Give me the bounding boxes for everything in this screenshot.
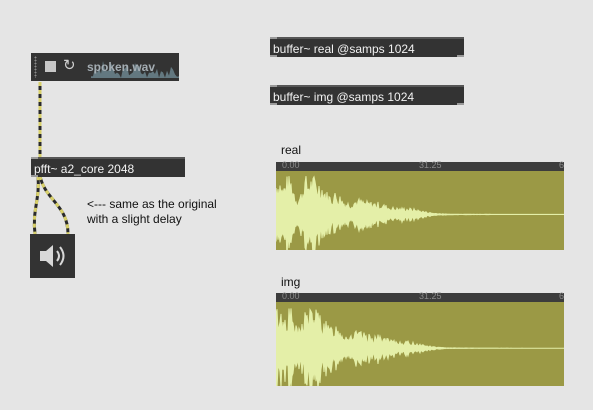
ruler-mid-label: 31.25 xyxy=(419,291,442,301)
time-ruler: 0.00 31.25 6 xyxy=(276,291,564,302)
buffer-real-object[interactable]: buffer~ real @samps 1024 xyxy=(270,37,464,57)
inlet[interactable] xyxy=(31,157,38,159)
outlet[interactable] xyxy=(457,103,464,105)
pfft-object-text: pfft~ a2_core 2048 xyxy=(34,162,135,176)
buffer-real-text: buffer~ real @samps 1024 xyxy=(273,42,415,56)
player-filename: spoken.wav xyxy=(87,60,156,74)
ruler-mid-label: 31.25 xyxy=(419,160,442,170)
waveform-img-plot xyxy=(276,307,564,386)
audio-player[interactable]: ↻ spoken.wav xyxy=(31,53,179,81)
speaker-icon xyxy=(40,245,65,267)
drag-handle-icon[interactable] xyxy=(34,56,37,78)
outlet[interactable] xyxy=(270,103,277,105)
ruler-start-label: 0.00 xyxy=(282,291,300,301)
ruler-start-label: 0.00 xyxy=(282,160,300,170)
pfft-object[interactable]: pfft~ a2_core 2048 xyxy=(31,157,185,177)
time-ruler: 0.00 31.25 6 xyxy=(276,160,564,171)
inlet[interactable] xyxy=(270,85,277,87)
speaker-dac[interactable] xyxy=(30,234,75,278)
buffer-img-object[interactable]: buffer~ img @samps 1024 xyxy=(270,85,464,105)
real-display-label: real xyxy=(281,143,302,157)
img-display-label: img xyxy=(281,275,301,289)
outlet[interactable] xyxy=(31,175,38,177)
stop-icon[interactable] xyxy=(45,61,56,72)
delay-comment: <--- same as the original with a slight … xyxy=(87,197,217,226)
waveform-real[interactable]: 0.00 31.25 6 xyxy=(276,160,564,250)
outlet[interactable] xyxy=(457,55,464,57)
inlet[interactable] xyxy=(270,37,277,39)
ruler-end-label: 6 xyxy=(558,291,564,301)
waveform-real-plot xyxy=(276,175,564,250)
outlet[interactable] xyxy=(270,55,277,57)
waveform-img[interactable]: 0.00 31.25 6 xyxy=(276,291,564,386)
loop-icon[interactable]: ↻ xyxy=(63,58,77,74)
buffer-img-text: buffer~ img @samps 1024 xyxy=(273,90,415,104)
ruler-end-label: 6 xyxy=(558,160,564,170)
